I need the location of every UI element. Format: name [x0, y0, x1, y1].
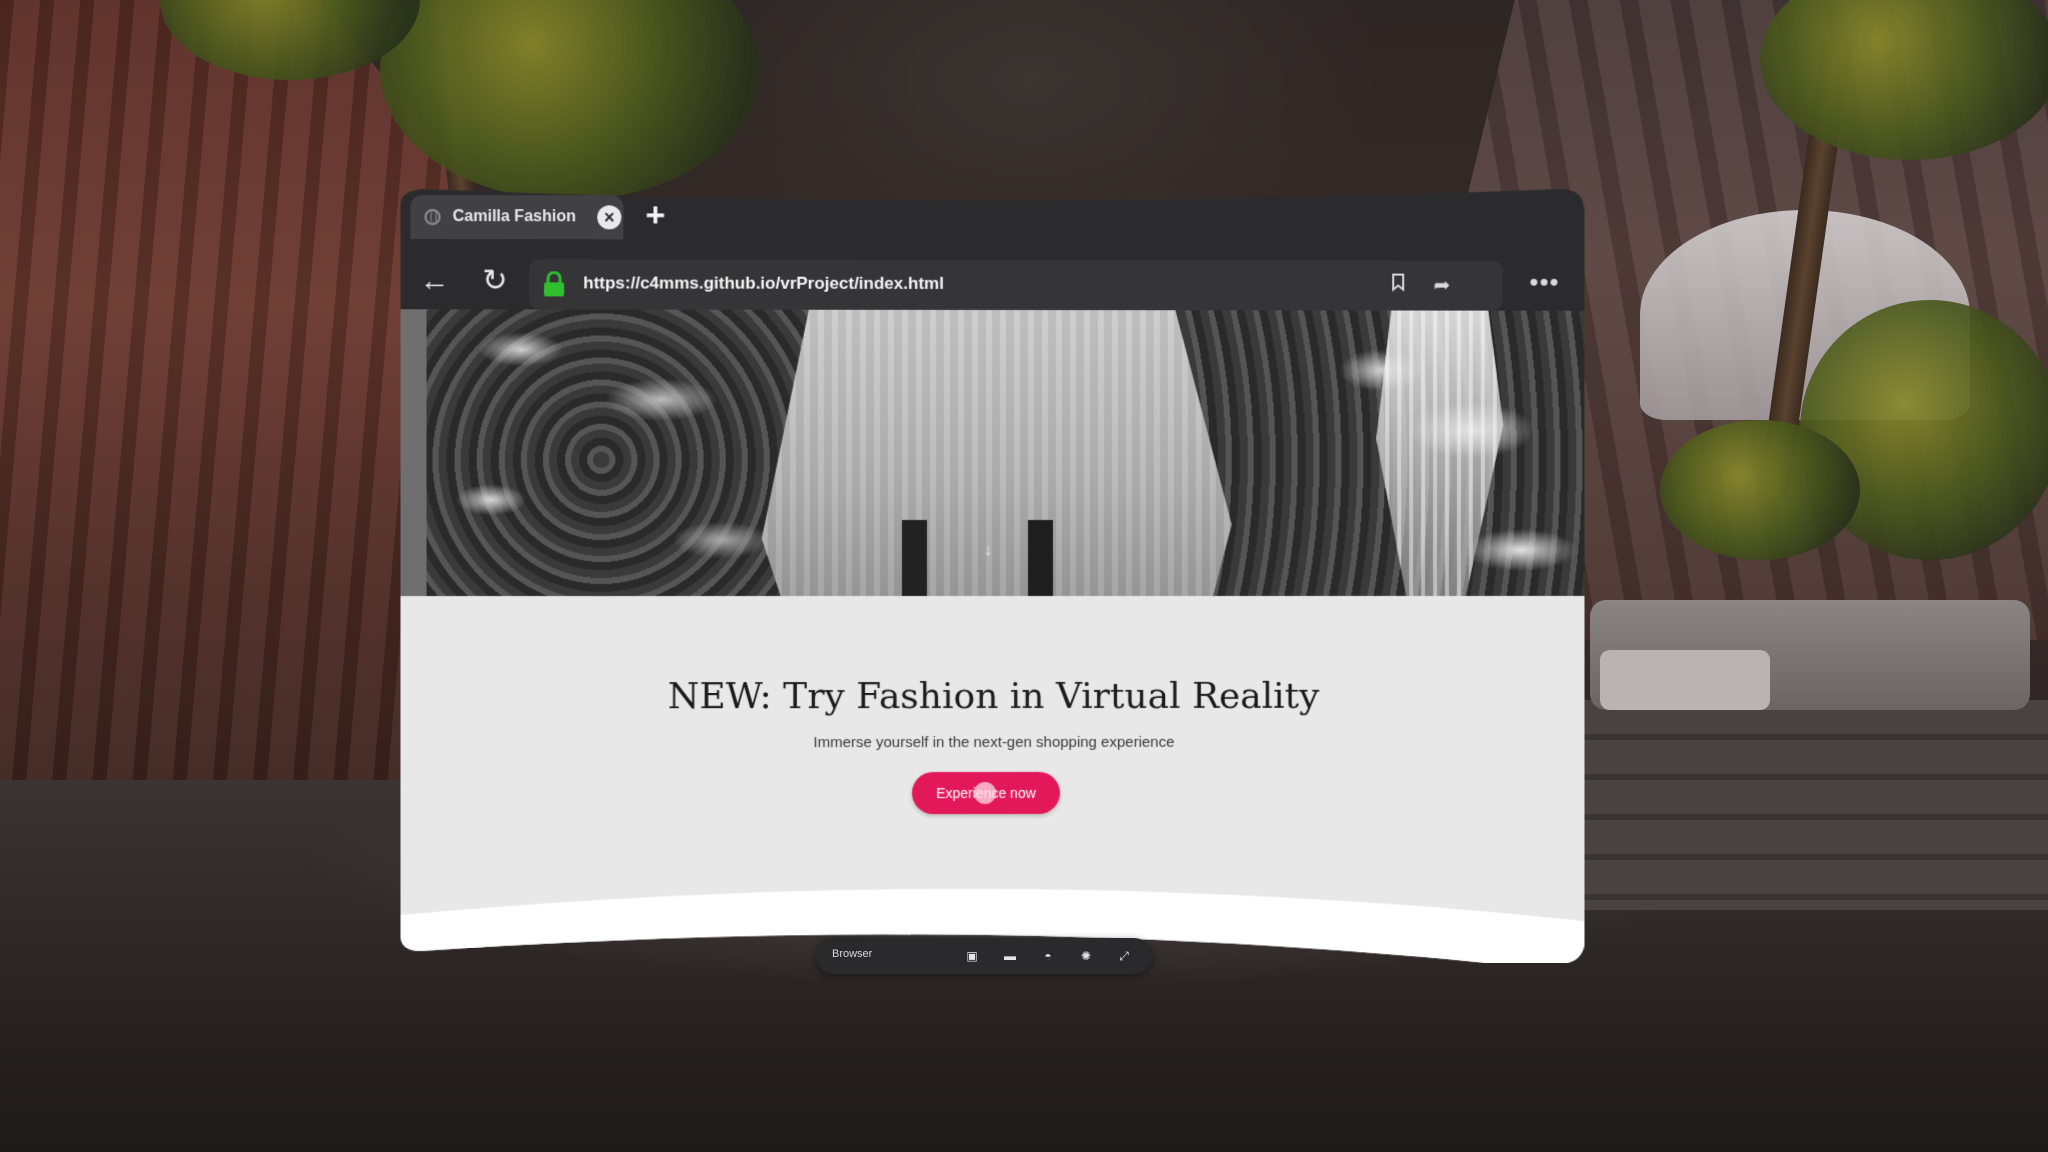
share-icon[interactable]: ➦: [1429, 273, 1455, 299]
globe-icon: [424, 209, 440, 225]
browser-window: Camilla Fashion × + ← ↻ https://c4mms.gi…: [400, 183, 1584, 965]
back-arrow-icon[interactable]: ←: [416, 263, 452, 299]
fullscreen-icon[interactable]: ⤢: [1116, 948, 1132, 964]
tab-title: Camilla Fashion: [452, 208, 576, 226]
lock-icon: [543, 271, 565, 297]
sofa-cushion: [1600, 650, 1770, 710]
more-dots-icon[interactable]: •••: [1525, 271, 1565, 301]
plus-icon[interactable]: +: [639, 199, 671, 231]
headset-icon[interactable]: ◓: [1040, 948, 1056, 964]
monitor-icon[interactable]: ▣: [964, 948, 980, 964]
address-bar[interactable]: https://c4mms.github.io/vrProject/index.…: [529, 259, 1503, 310]
brightness-icon[interactable]: ✺: [1078, 948, 1094, 964]
bookmark-icon[interactable]: [1385, 273, 1411, 299]
browser-tab[interactable]: Camilla Fashion ×: [410, 195, 623, 239]
stone-steps: [1570, 700, 2048, 910]
window-icon[interactable]: ▬: [1002, 948, 1018, 964]
pointer-cursor: [974, 782, 996, 804]
shrub-right: [1660, 420, 1860, 560]
hero-left-edge: [400, 309, 426, 596]
browser-dock: Browser ▣ ▬ ◓ ✺ ⤢: [816, 938, 1152, 974]
reload-icon[interactable]: ↻: [477, 263, 513, 299]
page-headline: NEW: Try Fashion in Virtual Reality: [667, 675, 1320, 718]
dock-label: Browser: [832, 948, 873, 960]
left-cliff: [0, 0, 460, 860]
browser-chrome: Camilla Fashion × + ← ↻ https://c4mms.gi…: [400, 183, 1584, 317]
web-page: ↓ NEW: Try Fashion in Virtual Reality Im…: [400, 309, 1584, 965]
page-subheadline: Immerse yourself in the next-gen shoppin…: [813, 733, 1175, 752]
url-text[interactable]: https://c4mms.github.io/vrProject/index.…: [583, 273, 944, 294]
close-icon[interactable]: ×: [597, 205, 621, 229]
scroll-down-indicator[interactable]: ↓: [984, 542, 992, 560]
hero-lace: [1361, 310, 1510, 595]
hero-image: ↓: [400, 309, 1584, 596]
